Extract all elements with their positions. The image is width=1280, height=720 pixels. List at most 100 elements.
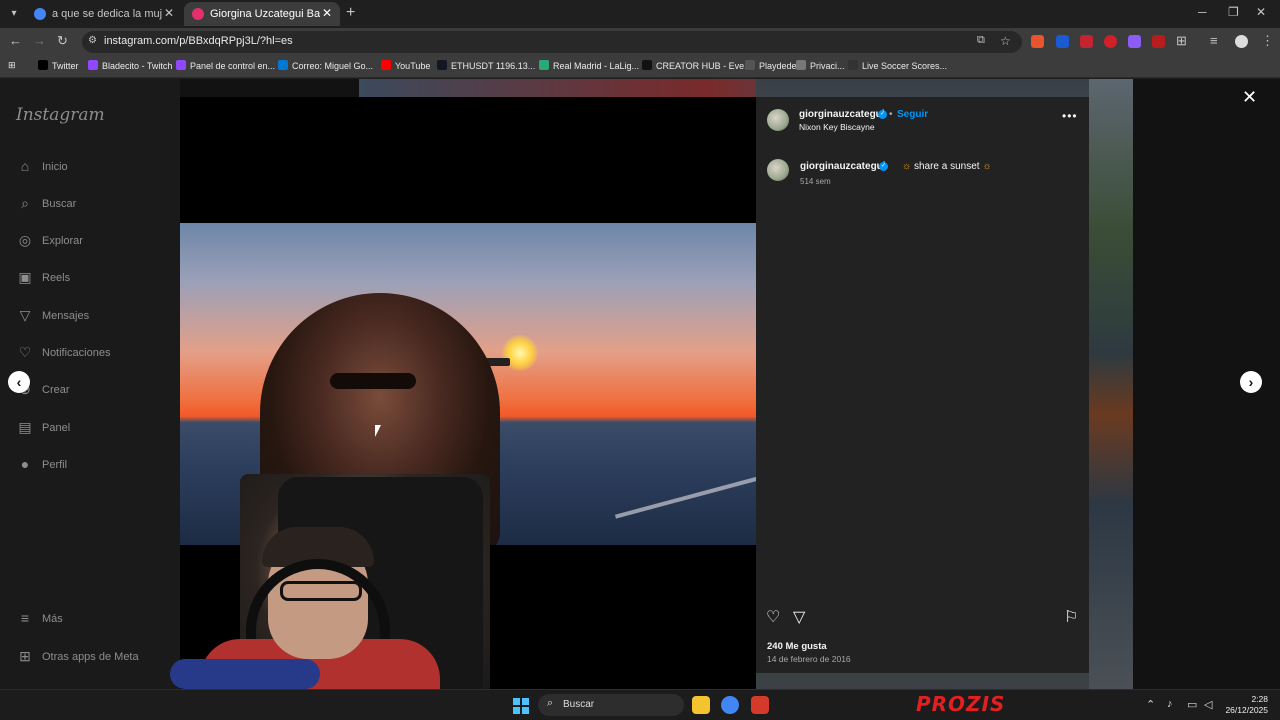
post-actions: ♡ ▽ ⚐ (756, 607, 1089, 631)
network-icon[interactable]: ▭ (1187, 698, 1197, 711)
link-icon (796, 60, 806, 70)
back-icon[interactable]: ← (9, 33, 22, 48)
address-bar[interactable]: ⚙ instagram.com/p/BBxdqRPpj3L/?hl=es ⧉ ☆ (82, 31, 1022, 53)
google-icon (34, 8, 46, 20)
eyeglasses (280, 581, 362, 601)
instagram-icon (192, 8, 204, 20)
post-location[interactable]: Nixon Key Biscayne (799, 122, 875, 132)
install-icon[interactable]: ⧉ (977, 34, 985, 47)
tab-title: a que se dedica la mujer de Ilia (52, 8, 162, 20)
new-tab-icon[interactable]: + (346, 4, 355, 22)
like-heart-icon[interactable]: ♡ (766, 607, 780, 627)
like-count[interactable]: 240 Me gusta (767, 641, 827, 652)
microphone (170, 659, 320, 689)
bookmark-mail[interactable]: Correo: Miguel Go... (278, 60, 373, 71)
meta-apps-icon: ⊞ (19, 648, 31, 664)
post-time-ago: 514 sem (800, 177, 831, 186)
tray-chevron-icon[interactable]: ⌃ (1146, 698, 1155, 711)
heart-icon: ♡ (18, 344, 32, 360)
search-icon: ⌕ (547, 697, 554, 709)
url-text: instagram.com/p/BBxdqRPpj3L/?hl=es (104, 35, 293, 47)
menu-icon: ≡ (20, 610, 30, 626)
app-icon[interactable] (751, 696, 769, 714)
instagram-page: Instagram ⌂ Inicio ⌕ Buscar ◎ Explorar ▣ Ree… (0, 79, 1280, 689)
system-clock[interactable]: 2:28 26/12/2025 (1222, 694, 1268, 716)
media-icon[interactable]: ≡ (1210, 33, 1218, 48)
bookmark-tradingview[interactable]: ETHUSDT 1196.13... (437, 60, 535, 71)
bookmark-twitch-panel[interactable]: Panel de control en... (176, 60, 275, 71)
caption-username[interactable]: giorginauzcategui (800, 161, 886, 172)
bookmark-youtube[interactable]: YouTube (381, 60, 430, 71)
bookmark-creatorhub[interactable]: CREATOR HUB - Eve... (642, 60, 752, 71)
share-icon[interactable]: ▽ (793, 607, 805, 627)
outlook-icon (278, 60, 288, 70)
site-info-icon[interactable]: ⚙ (88, 35, 97, 46)
bookmark-playdede[interactable]: Playdede (745, 60, 797, 71)
tab-strip: ▾ a que se dedica la mujer de Ilia ✕ Gio… (0, 0, 1280, 28)
verified-icon: ✓ (878, 110, 887, 119)
dashboard-icon: ▤ (18, 419, 32, 435)
bookmark-livesoccer[interactable]: Live Soccer Scores... (848, 60, 947, 71)
bookmark-star-icon[interactable]: ☆ (1000, 34, 1011, 48)
extension-icon[interactable] (1056, 35, 1069, 48)
close-post-icon[interactable]: ✕ (1242, 87, 1257, 108)
file-explorer-icon[interactable] (692, 696, 710, 714)
messages-icon: ▽ (19, 307, 31, 323)
browser-tab-1[interactable]: a que se dedica la mujer de Ilia ✕ (26, 2, 182, 26)
chrome-icon[interactable] (721, 696, 739, 714)
volume-icon[interactable]: ◁ (1204, 698, 1212, 711)
adblock-icon[interactable] (1080, 35, 1093, 48)
reload-icon[interactable]: ↻ (57, 33, 68, 49)
instagram-logo[interactable]: Instagram (16, 105, 105, 125)
tab-search-icon[interactable]: ▾ (6, 6, 22, 22)
kebab-menu-icon[interactable]: ⋮ (1261, 33, 1274, 49)
extensions-puzzle-icon[interactable]: ⊞ (1176, 33, 1187, 49)
next-post-icon[interactable]: › (1240, 371, 1262, 393)
taskbar-search[interactable]: ⌕ Buscar (538, 694, 684, 716)
extension-icon[interactable] (1031, 35, 1044, 48)
bookmark-privacy[interactable]: Privaci... (796, 60, 845, 71)
shield-icon (745, 60, 755, 70)
tab-title: Giorgina Uzcategui Badell (@gi (210, 8, 320, 20)
x-icon (38, 60, 48, 70)
close-tab-icon[interactable]: ✕ (164, 6, 174, 20)
twitch-icon (176, 60, 186, 70)
author-avatar[interactable] (767, 109, 789, 131)
follow-button[interactable]: Seguir (897, 109, 928, 120)
post-caption: ☼ share a sunset ☼ (902, 161, 992, 172)
bookmarks-bar: ⊞ Twitter Bladecito - Twitch Panel de co… (0, 56, 1280, 78)
background-feed-strip (1089, 79, 1133, 689)
author-username[interactable]: giorginauzcategui (799, 109, 885, 120)
previous-post-icon[interactable]: ‹ (8, 371, 30, 393)
extension-icon[interactable] (1152, 35, 1165, 48)
profile-avatar-icon[interactable] (1235, 35, 1248, 48)
browser-toolbar: ← → ↻ ⚙ instagram.com/p/BBxdqRPpj3L/?hl=… (0, 28, 1280, 56)
bookmark-twitch[interactable]: Bladecito - Twitch (88, 60, 172, 71)
extension-icon[interactable] (1104, 35, 1117, 48)
close-window-icon[interactable]: ✕ (1256, 5, 1266, 19)
globe-icon (539, 60, 549, 70)
bookmark-realmadrid[interactable]: Real Madrid - LaLig... (539, 60, 639, 71)
apps-grid-icon[interactable]: ⊞ (8, 60, 16, 71)
extension-icon[interactable] (1128, 35, 1141, 48)
prozis-ad-logo: PROZIS (916, 692, 1006, 716)
home-icon: ⌂ (20, 158, 30, 174)
windows-start-icon[interactable] (513, 698, 529, 714)
restore-icon[interactable]: ❐ (1228, 5, 1239, 19)
verified-icon: ✓ (879, 162, 888, 171)
sun-emoji-icon: ☼ (902, 161, 912, 172)
compass-icon: ◎ (18, 232, 32, 248)
microphone-tray-icon[interactable]: ♪ (1167, 698, 1173, 710)
windows-taskbar: ⌕ Buscar PROZIS ⌃ ♪ ▭ ◁ 2:28 26/12/2025 (0, 689, 1280, 720)
bookmark-twitter[interactable]: Twitter (38, 60, 79, 71)
search-icon: ⌕ (21, 195, 29, 211)
caption-avatar[interactable] (767, 159, 789, 181)
separator-dot: • (889, 109, 893, 120)
forward-icon[interactable]: → (33, 33, 46, 48)
sunglasses (330, 373, 416, 389)
close-tab-icon[interactable]: ✕ (322, 6, 332, 20)
more-options-icon[interactable]: ••• (1062, 109, 1078, 123)
save-bookmark-icon[interactable]: ⚐ (1064, 607, 1078, 627)
minimize-icon[interactable]: ─ (1198, 5, 1207, 19)
browser-tab-2[interactable]: Giorgina Uzcategui Badell (@gi ✕ (184, 2, 340, 26)
